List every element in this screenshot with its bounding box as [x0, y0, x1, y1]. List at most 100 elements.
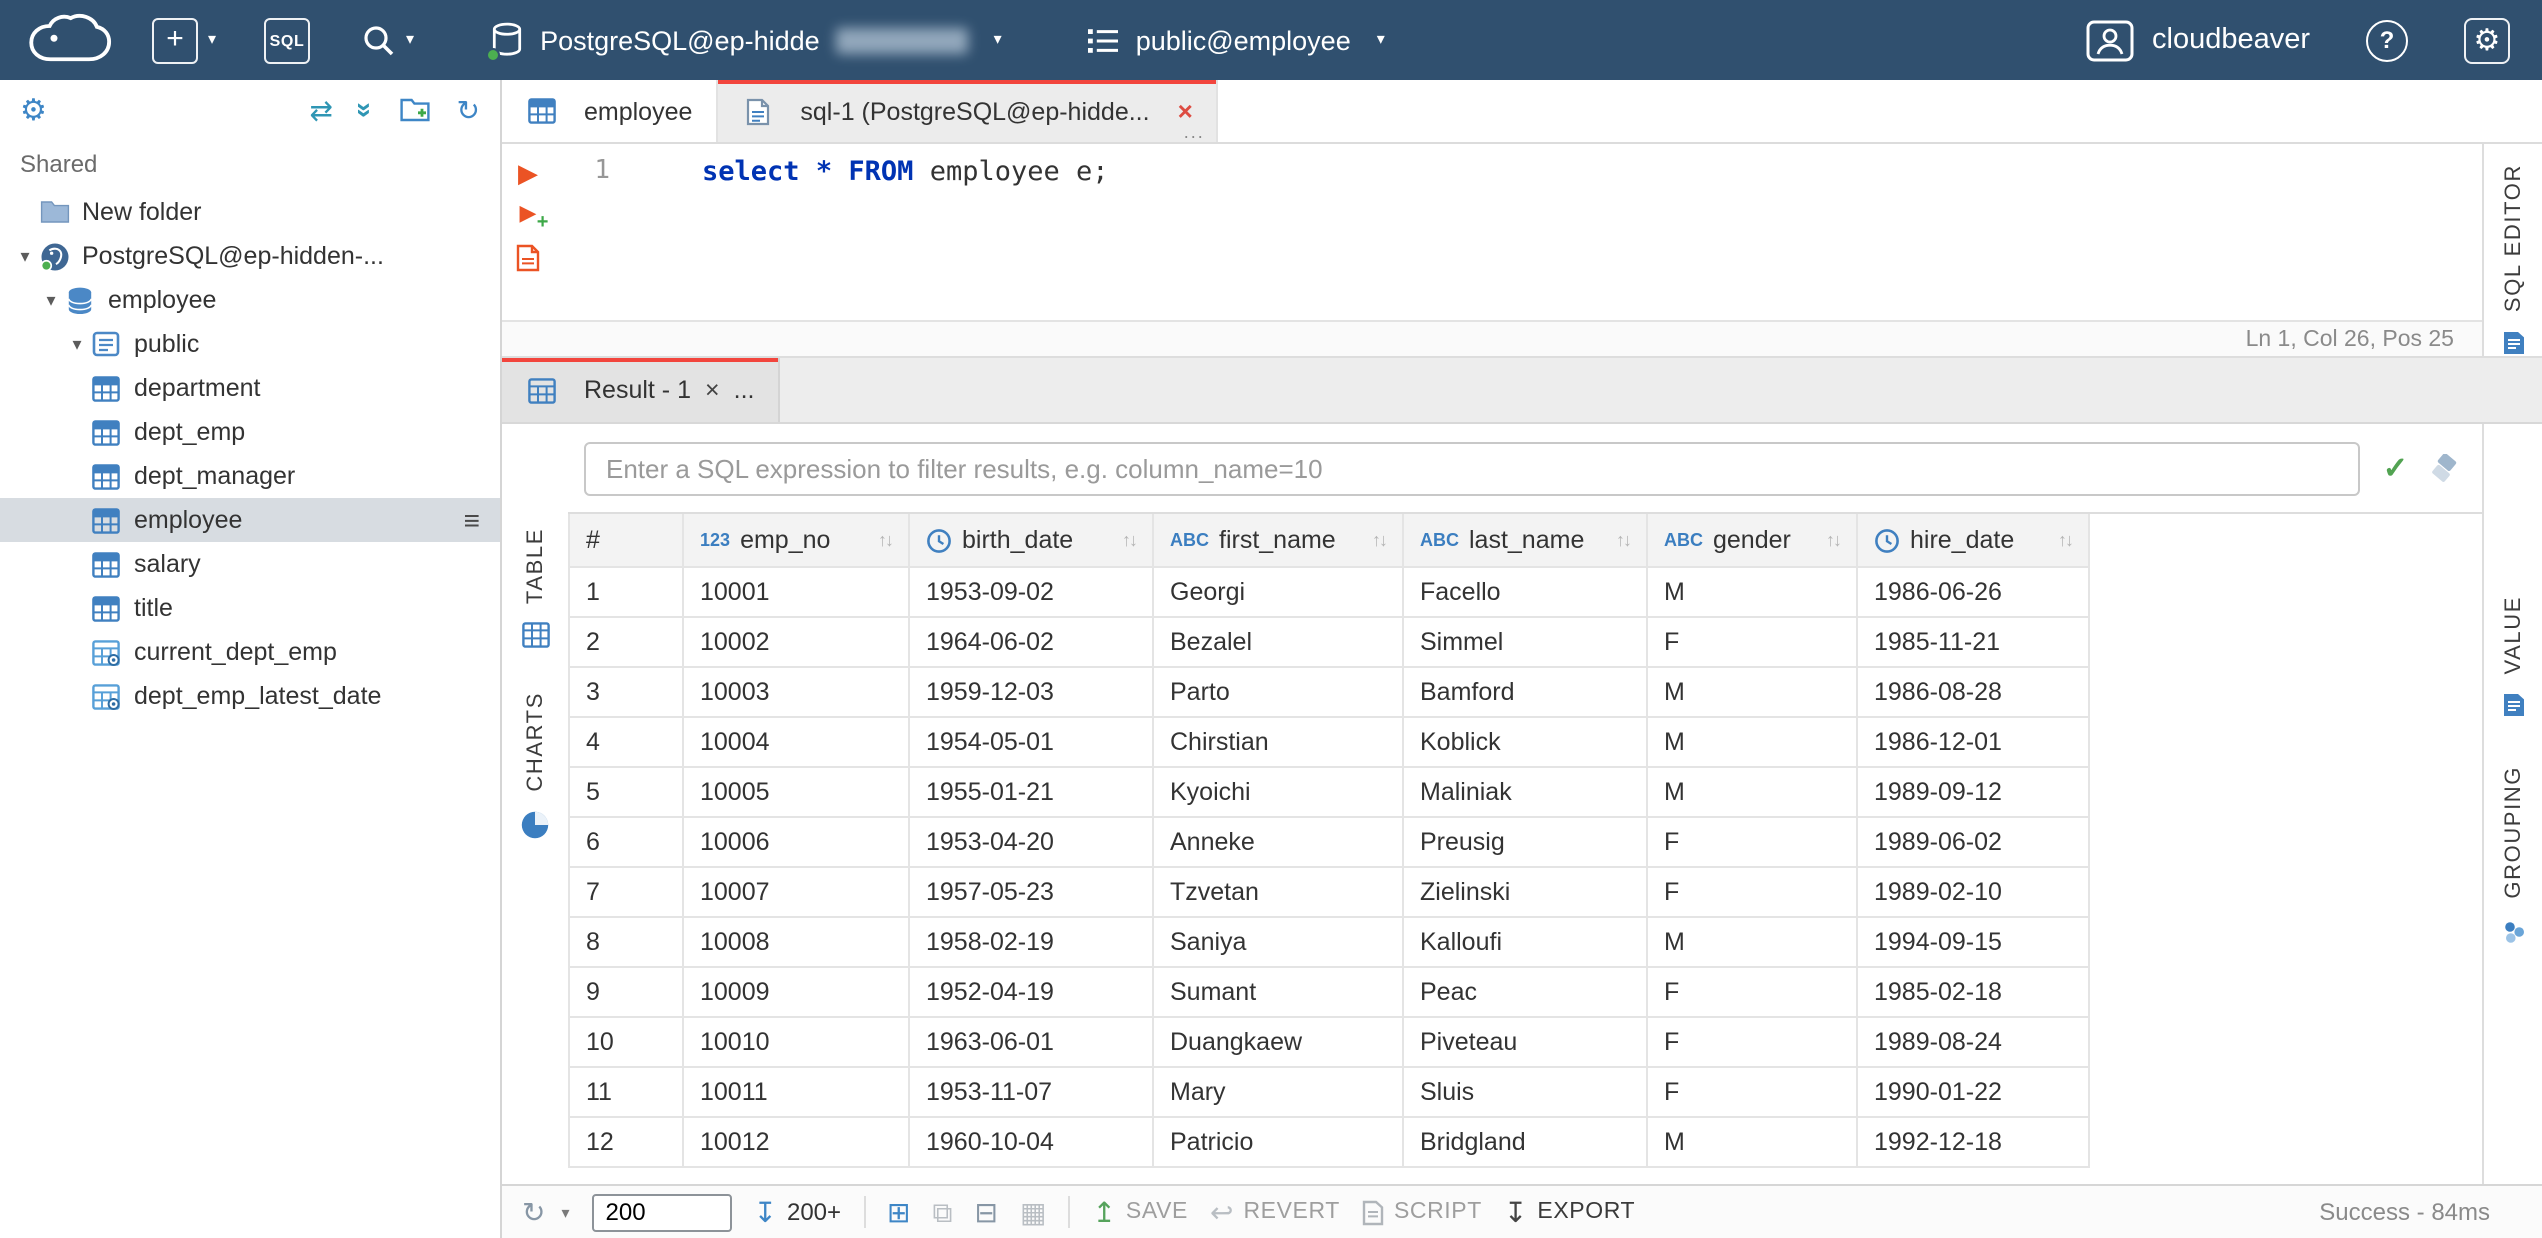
add-row-button[interactable]: ⊞ [887, 1198, 910, 1226]
data-cell[interactable]: 1989-02-10 [1858, 868, 2090, 918]
refresh-results-button[interactable]: ↻ ▾ [522, 1198, 570, 1226]
data-cell[interactable]: 10011 [684, 1068, 910, 1118]
data-cell[interactable]: 1958-02-19 [910, 918, 1154, 968]
data-cell[interactable]: 1986-06-26 [1858, 568, 2090, 618]
data-cell[interactable]: Preusig [1404, 818, 1648, 868]
data-cell[interactable]: 10009 [684, 968, 910, 1018]
data-cell[interactable]: Facello [1404, 568, 1648, 618]
tab-grouping-panel[interactable]: GROUPING [2499, 767, 2527, 946]
chevron-down-icon[interactable]: ▾ [406, 31, 414, 48]
row-number-cell[interactable]: 1 [568, 568, 684, 618]
sql-editor[interactable]: ▶ ▶ + 1 select * FROM employee e; [502, 144, 2482, 320]
data-cell[interactable]: Peac [1404, 968, 1648, 1018]
link-with-editor-icon[interactable]: ⇄ [309, 96, 332, 124]
execute-new-tab-button[interactable]: ▶ + [520, 203, 549, 233]
data-cell[interactable]: Zielinski [1404, 868, 1648, 918]
data-cell[interactable]: 1963-06-01 [910, 1018, 1154, 1068]
data-cell[interactable]: Koblick [1404, 718, 1648, 768]
data-cell[interactable]: Anneke [1154, 818, 1404, 868]
execute-query-button[interactable]: ▶ [518, 160, 538, 186]
sort-icon[interactable]: ↑↓ [878, 530, 894, 550]
row-number-cell[interactable]: 5 [568, 768, 684, 818]
tab-value-panel[interactable]: VALUE [2501, 596, 2525, 719]
user-menu[interactable]: cloudbeaver [2086, 19, 2310, 61]
revert-button[interactable]: ↩ REVERT [1210, 1198, 1340, 1226]
tree-item-New-folder[interactable]: New folder [0, 190, 500, 234]
data-cell[interactable]: 1952-04-19 [910, 968, 1154, 1018]
data-cell[interactable]: 1957-05-23 [910, 868, 1154, 918]
data-cell[interactable]: 1964-06-02 [910, 618, 1154, 668]
help-button[interactable]: ? [2366, 19, 2408, 61]
sort-icon[interactable]: ↑↓ [1616, 530, 1632, 550]
data-cell[interactable]: Mary [1154, 1068, 1404, 1118]
data-cell[interactable]: M [1648, 918, 1858, 968]
tab-menu-dots[interactable]: ... [734, 376, 755, 404]
hamburger-icon[interactable]: ≡ [464, 506, 480, 534]
tree-item-employee[interactable]: employee ≡ [0, 498, 500, 542]
data-cell[interactable]: Kyoichi [1154, 768, 1404, 818]
data-cell[interactable]: 1986-12-01 [1858, 718, 2090, 768]
data-cell[interactable]: 10007 [684, 868, 910, 918]
apply-filter-button[interactable]: ✓ [2383, 450, 2408, 486]
data-cell[interactable]: F [1648, 1068, 1858, 1118]
chevron-down-icon[interactable]: ▾ [38, 290, 64, 309]
column-header-first_name[interactable]: ABC first_name ↑↓ [1154, 514, 1404, 568]
tab-sql-editor-vertical[interactable]: SQL EDITOR [2501, 164, 2525, 356]
data-cell[interactable]: Chirstian [1154, 718, 1404, 768]
data-cell[interactable]: 1992-12-18 [1858, 1118, 2090, 1168]
tree-item-dept_emp_latest_date[interactable]: dept_emp_latest_date [0, 674, 500, 718]
column-header-birth_date[interactable]: birth_date ↑↓ [910, 514, 1154, 568]
refresh-tree-icon[interactable]: ↻ [457, 96, 480, 124]
data-cell[interactable]: 1990-01-22 [1858, 1068, 2090, 1118]
schema-selector[interactable]: public@employee ▾ [1086, 25, 1385, 55]
chevron-down-icon[interactable]: ▾ [561, 1203, 569, 1221]
data-cell[interactable]: 10005 [684, 768, 910, 818]
data-cell[interactable]: 10008 [684, 918, 910, 968]
data-cell[interactable]: Piveteau [1404, 1018, 1648, 1068]
data-cell[interactable]: Tzvetan [1154, 868, 1404, 918]
tree-item-dept_manager[interactable]: dept_manager [0, 454, 500, 498]
data-cell[interactable]: F [1648, 818, 1858, 868]
export-button[interactable]: ↧ EXPORT [1504, 1198, 1635, 1226]
column-header-hire_date[interactable]: hire_date ↑↓ [1858, 514, 2090, 568]
data-cell[interactable]: Bamford [1404, 668, 1648, 718]
tree-item-salary[interactable]: salary [0, 542, 500, 586]
tab-table-presentation[interactable]: TABLE [521, 528, 549, 648]
data-cell[interactable]: 10001 [684, 568, 910, 618]
data-cell[interactable]: 1955-01-21 [910, 768, 1154, 818]
tree-item-PostgreSQL-ep-hidden-[interactable]: ▾ PostgreSQL@ep-hidden-... [0, 234, 500, 278]
data-cell[interactable]: 1994-09-15 [1858, 918, 2090, 968]
data-cell[interactable]: 1986-08-28 [1858, 668, 2090, 718]
new-folder-icon[interactable] [400, 98, 431, 122]
duplicate-row-button[interactable]: ⧉ [933, 1198, 953, 1226]
connection-selector[interactable]: PostgreSQL@ep-hidde ▾ [486, 22, 1002, 62]
column-header-last_name[interactable]: ABC last_name ↑↓ [1404, 514, 1648, 568]
data-cell[interactable]: M [1648, 768, 1858, 818]
new-object-button[interactable]: + ▾ [152, 17, 216, 63]
data-cell[interactable]: M [1648, 568, 1858, 618]
data-cell[interactable]: Bezalel [1154, 618, 1404, 668]
data-cell[interactable]: Sluis [1404, 1068, 1648, 1118]
clear-filter-button[interactable] [2430, 454, 2462, 482]
delete-row-button[interactable]: ⊟ [975, 1198, 998, 1226]
data-cell[interactable]: 10006 [684, 818, 910, 868]
data-cell[interactable]: Parto [1154, 668, 1404, 718]
sort-icon[interactable]: ↑↓ [1826, 530, 1842, 550]
tree-item-department[interactable]: department [0, 366, 500, 410]
chevron-down-icon[interactable]: ▾ [208, 31, 216, 48]
data-cell[interactable]: 10002 [684, 618, 910, 668]
data-cell[interactable]: M [1648, 718, 1858, 768]
data-cell[interactable]: F [1648, 968, 1858, 1018]
data-cell[interactable]: 1985-11-21 [1858, 618, 2090, 668]
data-cell[interactable]: 10003 [684, 668, 910, 718]
fetch-more-button[interactable]: ↧ 200+ [754, 1198, 842, 1226]
data-cell[interactable]: 1959-12-03 [910, 668, 1154, 718]
tree-item-title[interactable]: title [0, 586, 500, 630]
row-number-cell[interactable]: 12 [568, 1118, 684, 1168]
data-cell[interactable]: 1954-05-01 [910, 718, 1154, 768]
chevron-down-icon[interactable]: ▾ [64, 334, 90, 353]
tab-menu-dots[interactable]: ... [1184, 122, 1205, 142]
tab-charts-presentation[interactable]: CHARTS [520, 692, 550, 840]
row-limit-input[interactable] [591, 1193, 732, 1231]
column-header-gender[interactable]: ABC gender ↑↓ [1648, 514, 1858, 568]
